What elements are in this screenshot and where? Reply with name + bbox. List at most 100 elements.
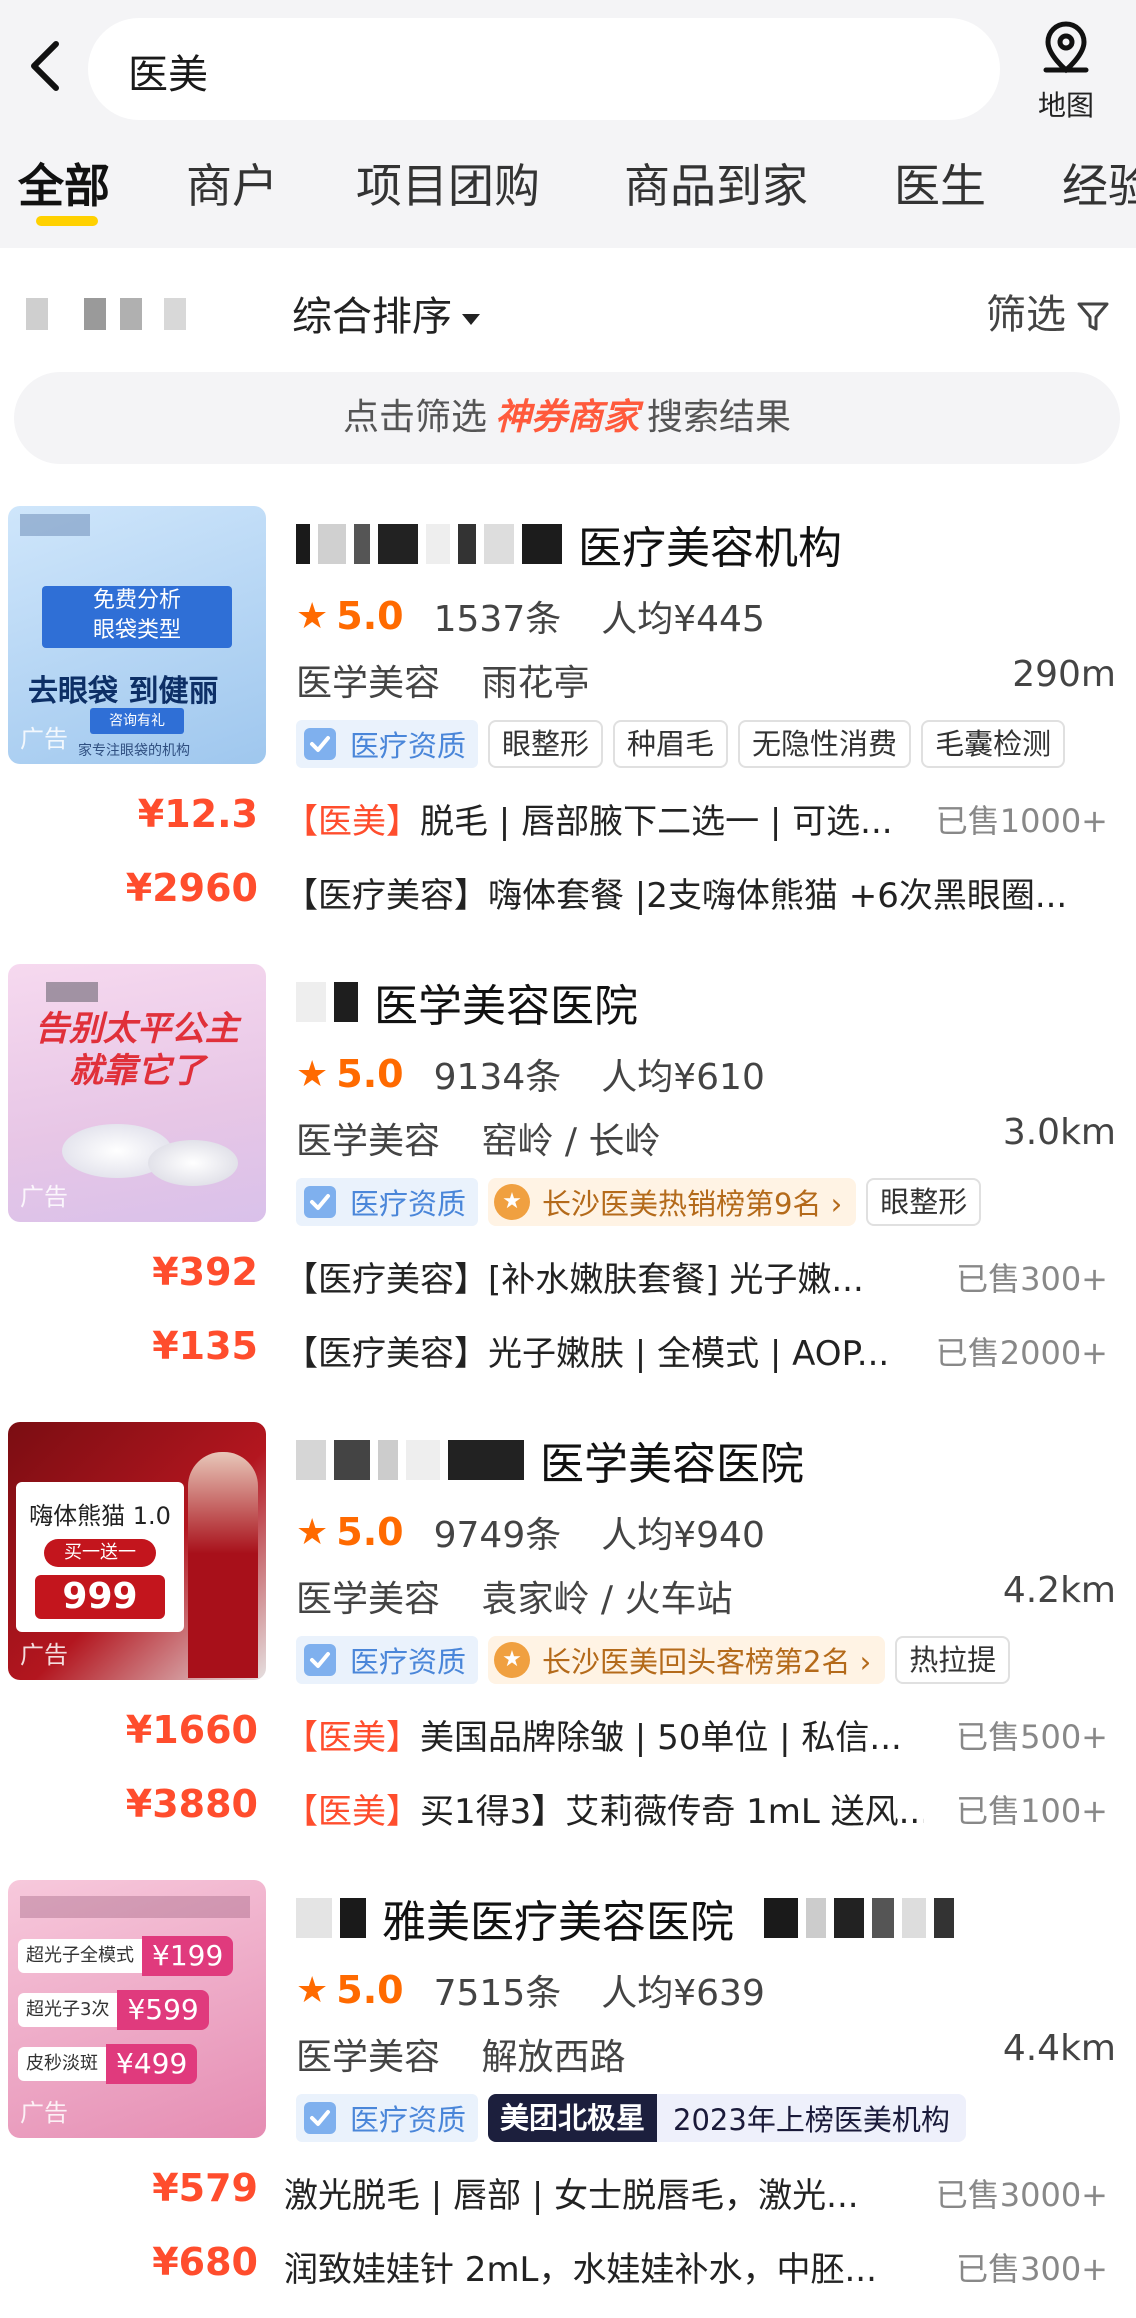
deal-sold: 已售300+ [956, 2250, 1108, 2288]
medal-icon: ★ [494, 1642, 531, 1678]
distance: 290m [1012, 654, 1116, 695]
shield-check-icon [304, 2102, 336, 2134]
deal-title-text: 美国品牌除皱 | 50单位 | 私信... [420, 1718, 902, 1758]
medical-qualification-tag[interactable]: 医疗资质 [296, 1178, 479, 1226]
thumb-text: 眼袋类型 [92, 618, 181, 643]
thumb-text: 咨询有礼 [90, 708, 184, 734]
deal-price: ¥1660 [125, 1708, 258, 1752]
deal-title-text: [补水嫩肤套餐] 光子嫩... [488, 1260, 864, 1300]
deal-price: ¥392 [152, 1250, 258, 1294]
deal-row[interactable]: ¥392 【医疗美容】[补水嫩肤套餐] 光子嫩... 已售300+ [0, 1250, 1136, 1310]
tab-experience[interactable]: 经验 [1062, 150, 1136, 216]
service-tag[interactable]: 种眉毛 [613, 720, 729, 768]
deal-row[interactable]: ¥579 激光脱毛 | 唇部 | 女士脱唇毛，激光... 已售3000+ [0, 2166, 1136, 2226]
thumb-text: 免费分析 [92, 588, 181, 613]
deal-row[interactable]: ¥1660 【医美】美国品牌除皱 | 50单位 | 私信... 已售500+ [0, 1708, 1136, 1768]
ranking-tag[interactable]: ★ 长沙医美热销榜第9名 › [488, 1178, 857, 1226]
thumb-text: 买一送一 [44, 1539, 156, 1567]
deal-category: 【医美】 [284, 1718, 420, 1758]
back-icon[interactable] [22, 34, 70, 98]
award-tag[interactable]: 美团北极星 2023年上榜医美机构 [488, 2094, 966, 2142]
banner-highlight: 神券商家 [494, 397, 639, 438]
shop-name-text: 医学美容医院 [374, 981, 638, 1032]
thumb-text: 家专注眼袋的机构 [78, 743, 190, 759]
shop-name[interactable]: 雅美医疗美容医院 [296, 1880, 962, 1956]
mosaic-blur [296, 1440, 532, 1480]
tab-merchants[interactable]: 商户 [186, 150, 278, 216]
deal-category: 【医疗美容】 [284, 876, 488, 916]
service-tag[interactable]: 热拉提 [895, 1636, 1011, 1684]
tab-doctors[interactable]: 医生 [894, 150, 986, 216]
rating-line: ★ 5.0 1537条 人均¥445 [296, 590, 765, 642]
distance: 3.0km [1002, 1112, 1116, 1153]
ranking-tag[interactable]: ★ 长沙医美回头客榜第2名 › [488, 1636, 886, 1684]
deal-sold: 已售300+ [956, 1260, 1108, 1298]
deal-category: 【医美】 [284, 1792, 420, 1832]
coupon-filter-banner[interactable]: 点击筛选 神券商家 搜索结果 [14, 372, 1120, 464]
shop-name[interactable]: 医学美容医院 [296, 964, 638, 1040]
ranking-label: 长沙医美热销榜第9名 › [542, 1187, 843, 1221]
shield-check-icon [304, 1186, 336, 1218]
qual-tag-label: 医疗资质 [350, 729, 467, 763]
thumb-price: ¥499 [106, 2044, 198, 2084]
map-pin-icon [1026, 18, 1106, 78]
category-tabs: 全部 商户 项目团购 商品到家 医生 经验 [0, 150, 1136, 230]
deal-price: ¥579 [152, 2166, 258, 2210]
banner-suffix: 搜索结果 [647, 397, 792, 438]
deal-title: 【医疗美容】嗨体套餐 |2支嗨体熊猫 +6次黑眼圈... [284, 868, 1104, 917]
thumb-text: 超光子3次 [18, 1993, 118, 2027]
shop-name-text: 雅美医疗美容医院 [382, 1897, 734, 1948]
qual-tag-label: 医疗资质 [350, 2103, 467, 2137]
thumb-text: 皮秒淡斑 [18, 2047, 106, 2081]
deal-title-text: 嗨体套餐 |2支嗨体熊猫 +6次黑眼圈... [488, 876, 1068, 916]
service-tag[interactable]: 眼整形 [866, 1178, 982, 1226]
shield-check-icon [304, 1644, 336, 1676]
shop-category: 医学美容 [296, 2037, 441, 2078]
shop-area: 窑岭 / 长岭 [481, 1121, 661, 1162]
deal-row[interactable]: ¥3880 【医美】买1得3】艾莉薇传奇 1mL 送风... 已售100+ [0, 1782, 1136, 1842]
deal-price: ¥12.3 [137, 792, 258, 836]
tab-all[interactable]: 全部 [18, 150, 110, 216]
mosaic-blur [296, 1898, 374, 1938]
filter-button[interactable]: 筛选 [986, 282, 1110, 340]
deal-category: 【医疗美容】 [284, 1260, 488, 1300]
deal-row[interactable]: ¥12.3 【医美】脱毛 | 唇部腋下二选一 | 可选... 已售1000+ [0, 792, 1136, 852]
map-button[interactable]: 地图 [1026, 18, 1106, 126]
shop-thumbnail[interactable]: 告别太平公主 就靠它了 广告 [8, 964, 266, 1222]
tag-row: 医疗资质 眼整形 种眉毛 无隐性消费 毛囊检测 [296, 718, 1075, 770]
rating-line: ★ 5.0 9134条 人均¥610 [296, 1048, 765, 1100]
mosaic-blur [296, 524, 570, 564]
shop-name-text: 医学美容医院 [540, 1439, 804, 1490]
avg-price: 人均¥445 [601, 599, 765, 640]
shop-thumbnail[interactable]: 超光子全模式 ¥199 超光子3次 ¥599 皮秒淡斑 ¥499 广告 [8, 1880, 266, 2138]
deal-row[interactable]: ¥2960 【医疗美容】嗨体套餐 |2支嗨体熊猫 +6次黑眼圈... [0, 866, 1136, 926]
medical-qualification-tag[interactable]: 医疗资质 [296, 2094, 479, 2142]
service-tag[interactable]: 无隐性消费 [738, 720, 912, 768]
deal-sold: 已售2000+ [935, 1334, 1108, 1372]
star-icon: ★ [296, 595, 329, 637]
tab-home-delivery[interactable]: 商品到家 [624, 150, 808, 216]
shop-name[interactable]: 医学美容医院 [296, 1422, 804, 1498]
deal-price: ¥680 [152, 2240, 258, 2284]
deal-title: 润致娃娃针 2mL，水娃娃补水，中胚... [284, 2242, 924, 2291]
deal-title-text: 买1得3】艾莉薇传奇 1mL 送风... [420, 1792, 924, 1832]
search-input[interactable]: 医美 [88, 18, 1000, 120]
deal-sold: 已售1000+ [935, 802, 1108, 840]
service-tag[interactable]: 毛囊检测 [921, 720, 1066, 768]
mosaic-blur [296, 982, 366, 1022]
thumb-price: ¥599 [117, 1990, 209, 2030]
sort-dropdown[interactable]: 综合排序 [292, 284, 480, 342]
thumb-headline: 就靠它了 [69, 1051, 205, 1091]
shop-name[interactable]: 医疗美容机构 [296, 506, 842, 582]
deal-category: 【医疗美容】 [284, 1334, 488, 1374]
service-tag[interactable]: 眼整形 [488, 720, 604, 768]
medical-qualification-tag[interactable]: 医疗资质 [296, 1636, 479, 1684]
deal-row[interactable]: ¥680 润致娃娃针 2mL，水娃娃补水，中胚... 已售300+ [0, 2240, 1136, 2300]
tag-row: 医疗资质 美团北极星 2023年上榜医美机构 [296, 2092, 966, 2144]
tab-group-deals[interactable]: 项目团购 [356, 150, 540, 216]
shop-thumbnail[interactable]: 免费分析 眼袋类型 去眼袋 到健丽 咨询有礼 家专注眼袋的机构 广告 [8, 506, 266, 764]
medical-qualification-tag[interactable]: 医疗资质 [296, 720, 479, 768]
shop-thumbnail[interactable]: 嗨体熊猫 1.0 买一送一 999 广告 [8, 1422, 266, 1680]
deal-row[interactable]: ¥135 【医疗美容】光子嫩肤 | 全模式 | AOP... 已售2000+ [0, 1324, 1136, 1384]
banner-prefix: 点击筛选 [342, 397, 487, 438]
